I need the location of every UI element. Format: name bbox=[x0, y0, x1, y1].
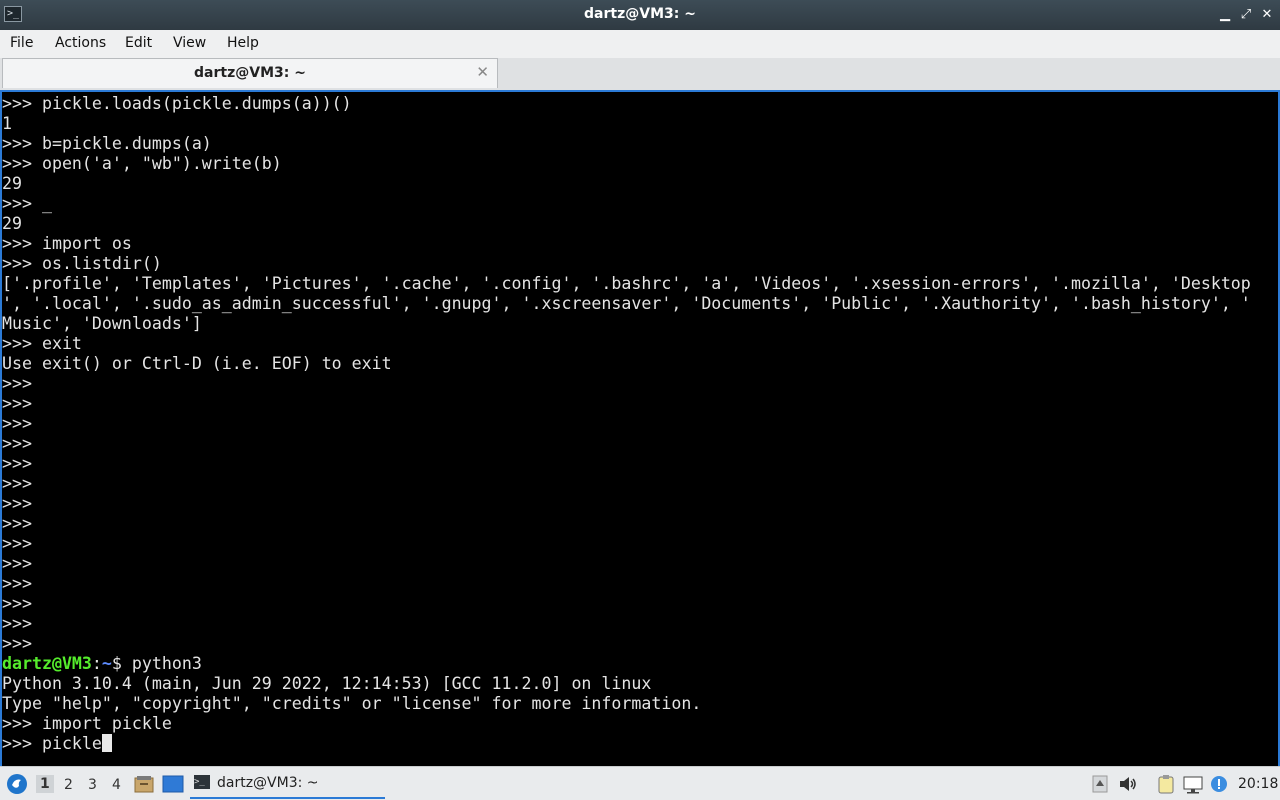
terminal-line: 1 bbox=[2, 114, 12, 133]
current-input: >>> pickle bbox=[2, 734, 102, 753]
network-icon[interactable] bbox=[1182, 774, 1204, 794]
task-label: dartz@VM3: ~ bbox=[217, 775, 319, 791]
menu-view[interactable]: View bbox=[173, 35, 206, 51]
taskbar-task-terminal[interactable]: >_ dartz@VM3: ~ bbox=[190, 769, 385, 799]
workspace-1[interactable]: 1 bbox=[36, 775, 54, 793]
terminal-line: 29 bbox=[2, 214, 22, 233]
menu-bar: File Actions Edit View Help bbox=[0, 30, 1280, 59]
show-desktop-icon[interactable] bbox=[162, 775, 184, 793]
terminal-line: >>> _ bbox=[2, 194, 52, 213]
terminal-line: >>> b=pickle.dumps(a) bbox=[2, 134, 212, 153]
file-manager-icon[interactable] bbox=[134, 775, 154, 793]
tab-terminal[interactable]: dartz@VM3: ~ ✕ bbox=[2, 58, 498, 88]
terminal-line: >>> bbox=[2, 634, 32, 653]
tab-label: dartz@VM3: ~ bbox=[194, 65, 306, 81]
terminal-line: >>> bbox=[2, 534, 32, 553]
terminal-line: >>> bbox=[2, 374, 32, 393]
terminal-line: >>> import pickle bbox=[2, 714, 172, 733]
prompt-symbol: $ bbox=[111, 654, 132, 673]
terminal-lines: >>> pickle.loads(pickle.dumps(a))() 1 >>… bbox=[2, 94, 1251, 754]
close-button[interactable]: ✕ bbox=[1258, 6, 1276, 24]
terminal-line: >>> import os bbox=[2, 234, 132, 253]
terminal-line: >>> os.listdir() bbox=[2, 254, 162, 273]
taskbar: 1 2 3 4 >_ dartz@VM3: ~ 20:18 bbox=[0, 766, 1280, 800]
terminal-line: >>> bbox=[2, 454, 32, 473]
window-title: dartz@VM3: ~ bbox=[584, 6, 696, 22]
terminal-line: >>> exit bbox=[2, 334, 82, 353]
terminal-line: ', '.local', '.sudo_as_admin_successful'… bbox=[2, 294, 1251, 313]
menu-file[interactable]: File bbox=[10, 35, 33, 51]
start-menu-icon[interactable] bbox=[6, 773, 28, 795]
tab-bar: dartz@VM3: ~ ✕ bbox=[0, 58, 1280, 90]
terminal-output[interactable]: >>> pickle.loads(pickle.dumps(a))() 1 >>… bbox=[0, 90, 1280, 766]
terminal-line: >>> pickle.loads(pickle.dumps(a))() bbox=[2, 94, 352, 113]
terminal-line: >>> open('a', "wb").write(b) bbox=[2, 154, 282, 173]
terminal-line: >>> bbox=[2, 554, 32, 573]
minimize-button[interactable]: ▁ bbox=[1216, 6, 1234, 24]
terminal-line: >>> bbox=[2, 614, 32, 633]
terminal-line: 29 bbox=[2, 174, 22, 193]
prompt-user-host: dartz@VM3 bbox=[2, 654, 92, 673]
terminal-line: >>> bbox=[2, 414, 32, 433]
tab-close-icon[interactable]: ✕ bbox=[476, 63, 489, 81]
terminal-line: >>> bbox=[2, 574, 32, 593]
prompt-command: python3 bbox=[131, 654, 202, 673]
tray-up-arrow-icon[interactable] bbox=[1092, 775, 1108, 793]
terminal-line: >>> bbox=[2, 594, 32, 613]
terminal-line: Use exit() or Ctrl-D (i.e. EOF) to exit bbox=[2, 354, 392, 373]
current-input-line[interactable]: >>> pickle bbox=[2, 734, 1251, 754]
window-titlebar[interactable]: >_ dartz@VM3: ~ ▁ ⤢ ✕ bbox=[0, 0, 1280, 30]
prompt-path: ~ bbox=[101, 654, 112, 673]
menu-actions[interactable]: Actions bbox=[55, 35, 106, 51]
terminal-line: >>> bbox=[2, 494, 32, 513]
terminal-line: >>> bbox=[2, 474, 32, 493]
workspace-2[interactable]: 2 bbox=[64, 777, 73, 793]
maximize-button[interactable]: ⤢ bbox=[1237, 6, 1255, 24]
terminal-line: Type "help", "copyright", "credits" or "… bbox=[2, 694, 702, 713]
terminal-line: >>> bbox=[2, 514, 32, 533]
menu-edit[interactable]: Edit bbox=[125, 35, 152, 51]
volume-icon[interactable] bbox=[1118, 775, 1138, 793]
update-notifier-icon[interactable] bbox=[1209, 774, 1229, 794]
text-cursor bbox=[101, 734, 112, 752]
terminal-line: ['.profile', 'Templates', 'Pictures', '.… bbox=[2, 274, 1251, 293]
clock[interactable]: 20:18 bbox=[1238, 776, 1278, 792]
workspace-3[interactable]: 3 bbox=[88, 777, 97, 793]
terminal-task-icon: >_ bbox=[194, 775, 210, 789]
shell-prompt-line: dartz@VM3:~$ python3 bbox=[2, 654, 1251, 674]
terminal-line: Music', 'Downloads'] bbox=[2, 314, 202, 333]
clipboard-icon[interactable] bbox=[1156, 774, 1176, 794]
terminal-line: >>> bbox=[2, 394, 32, 413]
prompt-separator: : bbox=[91, 654, 102, 673]
menu-help[interactable]: Help bbox=[227, 35, 259, 51]
terminal-line: >>> bbox=[2, 434, 32, 453]
terminal-line: Python 3.10.4 (main, Jun 29 2022, 12:14:… bbox=[2, 674, 652, 693]
workspace-4[interactable]: 4 bbox=[112, 777, 121, 793]
